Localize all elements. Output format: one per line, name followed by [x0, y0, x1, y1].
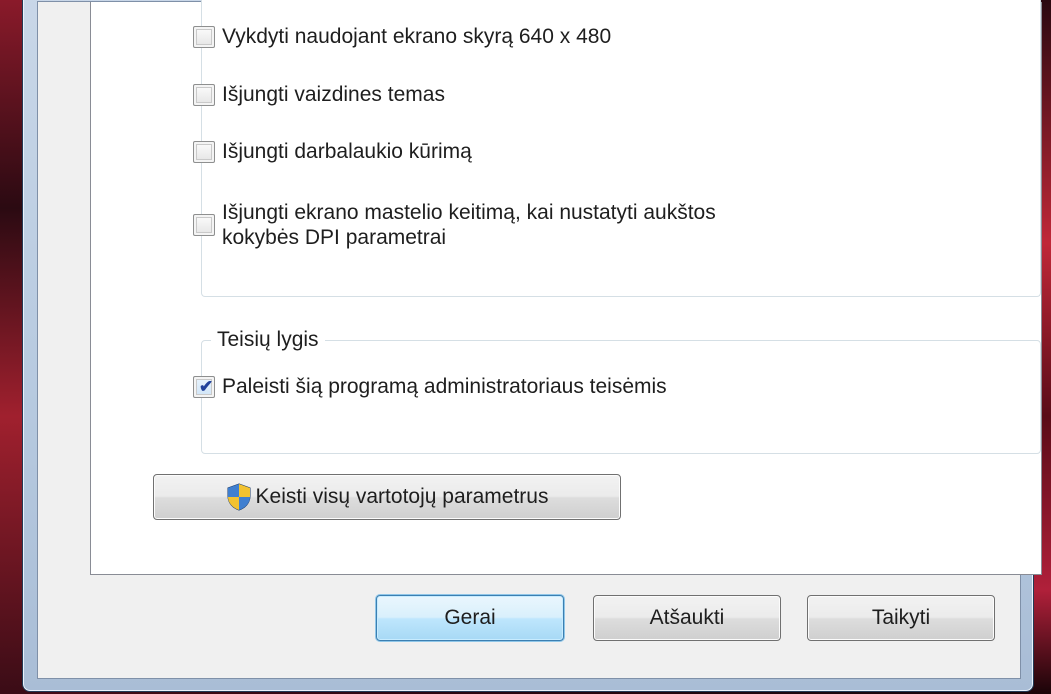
option-label-line2: kokybės DPI parametrai: [222, 226, 447, 249]
option-label: Išjungti darbalaukio kūrimą: [222, 140, 472, 163]
compatibility-tab-panel: Vykdyti naudojant ekrano skyrą 640 x 480…: [90, 0, 1042, 575]
change-all-users-button[interactable]: Keisti visų vartotojų parametrus: [153, 474, 621, 520]
option-label-line1: Išjungti ekrano mastelio keitimą, kai nu…: [222, 201, 716, 224]
dialog-client-area: Vykdyti naudojant ekrano skyrą 640 x 480…: [37, 0, 1042, 679]
uac-shield-icon: [227, 483, 251, 511]
checkbox-disable-visual-themes[interactable]: [193, 84, 215, 106]
privilege-level-title: Teisių lygis: [211, 328, 325, 352]
change-all-users-label: Keisti visų vartotojų parametrus: [255, 485, 549, 508]
checkbox-run-as-admin[interactable]: ✔: [193, 376, 215, 398]
option-disable-visual-themes[interactable]: Išjungti vaizdines temas: [193, 82, 445, 107]
option-label: Išjungti ekrano mastelio keitimą, kai nu…: [222, 200, 716, 250]
apply-button[interactable]: Taikyti: [807, 595, 995, 641]
option-disable-dpi-scaling[interactable]: Išjungti ekrano mastelio keitimą, kai nu…: [193, 200, 716, 250]
option-disable-desktop-composition[interactable]: Išjungti darbalaukio kūrimą: [193, 139, 472, 164]
option-label: Išjungti vaizdines temas: [222, 83, 445, 106]
window-frame: Vykdyti naudojant ekrano skyrą 640 x 480…: [22, 0, 1042, 692]
option-label: Paleisti šią programą administratoriaus …: [222, 375, 667, 398]
ok-button[interactable]: Gerai: [376, 595, 564, 641]
checkbox-run-640x480[interactable]: [193, 26, 215, 48]
checkmark-icon: ✔: [199, 377, 214, 396]
option-label: Vykdyti naudojant ekrano skyrą 640 x 480: [222, 25, 612, 48]
checkbox-disable-dpi-scaling[interactable]: [193, 214, 215, 236]
cancel-button[interactable]: Atšaukti: [593, 595, 781, 641]
option-run-640x480[interactable]: Vykdyti naudojant ekrano skyrą 640 x 480: [193, 24, 611, 49]
option-run-as-admin[interactable]: ✔ Paleisti šią programą administratoriau…: [193, 374, 667, 399]
checkbox-disable-desktop-composition[interactable]: [193, 141, 215, 163]
